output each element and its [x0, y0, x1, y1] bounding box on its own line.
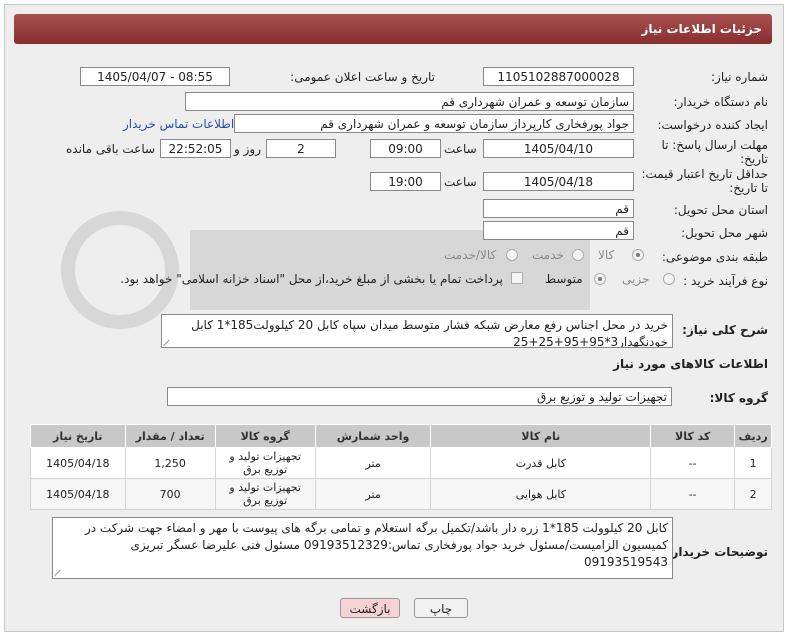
cell-unit: متر — [314, 447, 432, 479]
payment-note: پرداخت تمام یا بخشی از مبلغ خرید،از محل … — [120, 272, 503, 286]
goods-info-title: اطلاعات کالاهای مورد نیاز — [613, 357, 768, 371]
price-validity-label-2: تا تاریخ: — [729, 181, 768, 195]
deadline-date-field: 1405/04/10 — [483, 139, 634, 158]
category-option-goods-service: کالا/خدمت — [444, 248, 497, 262]
announce-label: تاریخ و ساعت اعلان عمومی: — [290, 70, 435, 84]
days-field: 2 — [266, 139, 336, 158]
description-resize-grip-icon[interactable] — [164, 338, 172, 346]
goods-group-field: تجهیزات تولید و توزیع برق — [167, 387, 672, 406]
deadline-label: مهلت ارسال پاسخ: تا — [661, 138, 768, 152]
deadline-time-label: ساعت — [444, 142, 477, 156]
table-row: 1 -- کابل قدرت متر تجهیزات تولید و توزیع… — [30, 447, 772, 479]
process-radio-minor[interactable] — [663, 273, 675, 285]
price-validity-time-label: ساعت — [444, 175, 477, 189]
cell-row: 1 — [734, 447, 772, 479]
cell-unit: متر — [314, 478, 432, 510]
buyer-contact-link[interactable]: اطلاعات تماس خریدار — [123, 117, 234, 131]
goods-group-label: گروه کالا: — [709, 391, 768, 405]
cell-quantity: 1,250 — [124, 447, 216, 479]
col-row: ردیف — [734, 424, 772, 448]
items-table: ردیف کد کالا نام کالا واحد شمارش گروه کا… — [30, 424, 772, 510]
cell-code: -- — [650, 447, 736, 479]
col-group: گروه کالا — [214, 424, 316, 448]
buyer-notes-resize-grip-icon[interactable] — [55, 568, 63, 576]
cell-row: 2 — [734, 478, 772, 510]
need-number-field: 1105102887000028 — [483, 67, 634, 86]
process-radio-medium[interactable] — [594, 273, 606, 285]
price-validity-date-field: 1405/04/18 — [483, 172, 634, 191]
page-header: جزئیات اطلاعات نیاز — [14, 14, 772, 44]
process-label: نوع فرآیند خرید : — [683, 274, 768, 288]
col-name: نام کالا — [430, 424, 652, 448]
buyer-notes-textarea[interactable]: کابل 20 کیلوولت 185*1 زره دار باشد/تکمیل… — [52, 517, 673, 579]
cell-name: کابل قدرت — [430, 447, 652, 479]
category-option-goods: کالا — [598, 248, 615, 262]
description-textarea[interactable]: خرید در محل اجناس رفع معارض شبکه فشار مت… — [161, 314, 673, 348]
cell-group: تجهیزات تولید و توزیع برق — [214, 478, 316, 510]
requester-label: ایجاد کننده درخواست: — [657, 118, 768, 132]
remaining-field: 22:52:05 — [160, 139, 231, 158]
buyer-notes-text: کابل 20 کیلوولت 185*1 زره دار باشد/تکمیل… — [84, 521, 668, 569]
category-radio-goods[interactable] — [632, 249, 644, 261]
col-need-date: تاریخ نیاز — [30, 424, 126, 448]
buyer-org-label: نام دستگاه خریدار: — [673, 95, 769, 109]
print-button[interactable]: چاپ — [414, 598, 468, 618]
need-number-label: شماره نیاز: — [711, 70, 768, 84]
page-title: جزئیات اطلاعات نیاز — [641, 22, 762, 36]
col-quantity: تعداد / مقدار — [124, 424, 216, 448]
buyer-org-field: سازمان توسعه و عمران شهرداری قم — [185, 92, 634, 111]
announce-field: 1405/04/07 - 08:55 — [80, 67, 230, 86]
category-label: طبقه بندی موضوعی: — [661, 250, 768, 264]
deadline-time-field: 09:00 — [370, 139, 441, 158]
city-field: قم — [483, 221, 634, 240]
col-unit: واحد شمارش — [314, 424, 432, 448]
province-label: استان محل تحویل: — [673, 203, 768, 217]
cell-name: کابل هوایی — [430, 478, 652, 510]
deadline-label-2: تاریخ: — [740, 152, 768, 166]
price-validity-time-field: 19:00 — [370, 172, 441, 191]
cell-group: تجهیزات تولید و توزیع برق — [214, 447, 316, 479]
table-row: 2 -- کابل هوایی متر تجهیزات تولید و توزی… — [30, 478, 772, 510]
treasury-checkbox[interactable] — [511, 272, 523, 284]
items-table-header: ردیف کد کالا نام کالا واحد شمارش گروه کا… — [30, 424, 772, 448]
price-validity-label: حداقل تاریخ اعتبار قیمت: — [641, 167, 768, 181]
process-option-medium: متوسط — [545, 272, 583, 286]
cell-code: -- — [650, 478, 736, 510]
category-option-service: خدمت — [532, 248, 564, 262]
description-text: خرید در محل اجناس رفع معارض شبکه فشار مت… — [191, 318, 668, 348]
category-radio-service[interactable] — [572, 249, 584, 261]
city-label: شهر محل تحویل: — [681, 226, 768, 240]
back-button[interactable]: بازگشت — [340, 598, 400, 618]
cell-need-date: 1405/04/18 — [30, 478, 126, 510]
process-option-minor: جزیی — [622, 272, 650, 286]
description-label: شرح کلی نیاز: — [682, 323, 768, 337]
remaining-label: ساعت باقی مانده — [66, 142, 156, 156]
buyer-notes-label: توضیحات خریدار: — [666, 545, 768, 559]
days-label: روز و — [234, 142, 261, 156]
col-code: کد کالا — [650, 424, 736, 448]
category-radio-goods-service[interactable] — [506, 249, 518, 261]
cell-quantity: 700 — [124, 478, 216, 510]
cell-need-date: 1405/04/18 — [30, 447, 126, 479]
province-field: قم — [483, 199, 634, 218]
requester-field: جواد پورفخاری کارپرداز سازمان توسعه و عم… — [234, 114, 634, 133]
